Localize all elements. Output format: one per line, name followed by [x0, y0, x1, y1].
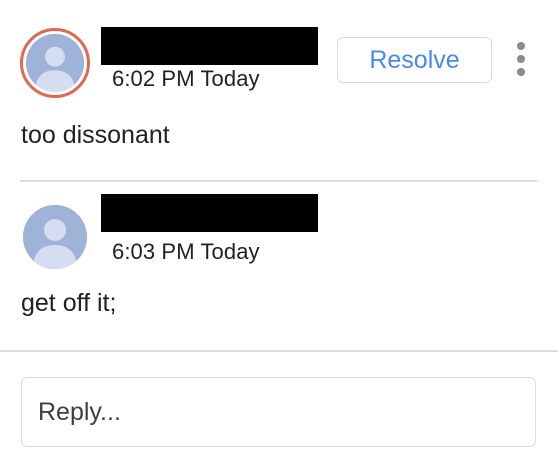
- author-name: [101, 194, 318, 232]
- avatar[interactable]: [23, 205, 87, 269]
- comment: 6:02 PM Today Resolve too dissonant: [0, 0, 558, 180]
- comment-text: too dissonant: [21, 121, 170, 149]
- comment-thread: 6:02 PM Today Resolve too dissonant 6:03…: [0, 0, 558, 470]
- comment-timestamp: 6:02 PM Today: [112, 66, 260, 91]
- comment-text: get off it;: [21, 289, 117, 317]
- author-name: [101, 27, 318, 65]
- person-avatar-icon: [26, 34, 84, 92]
- resolve-button[interactable]: Resolve: [337, 37, 492, 83]
- reply-input[interactable]: [21, 377, 536, 447]
- comment-timestamp: 6:03 PM Today: [112, 239, 260, 264]
- divider: [0, 350, 558, 352]
- more-options-button[interactable]: [508, 40, 534, 78]
- comment: 6:03 PM Today get off it;: [0, 182, 558, 350]
- avatar[interactable]: [20, 28, 90, 98]
- person-avatar-icon: [23, 205, 87, 269]
